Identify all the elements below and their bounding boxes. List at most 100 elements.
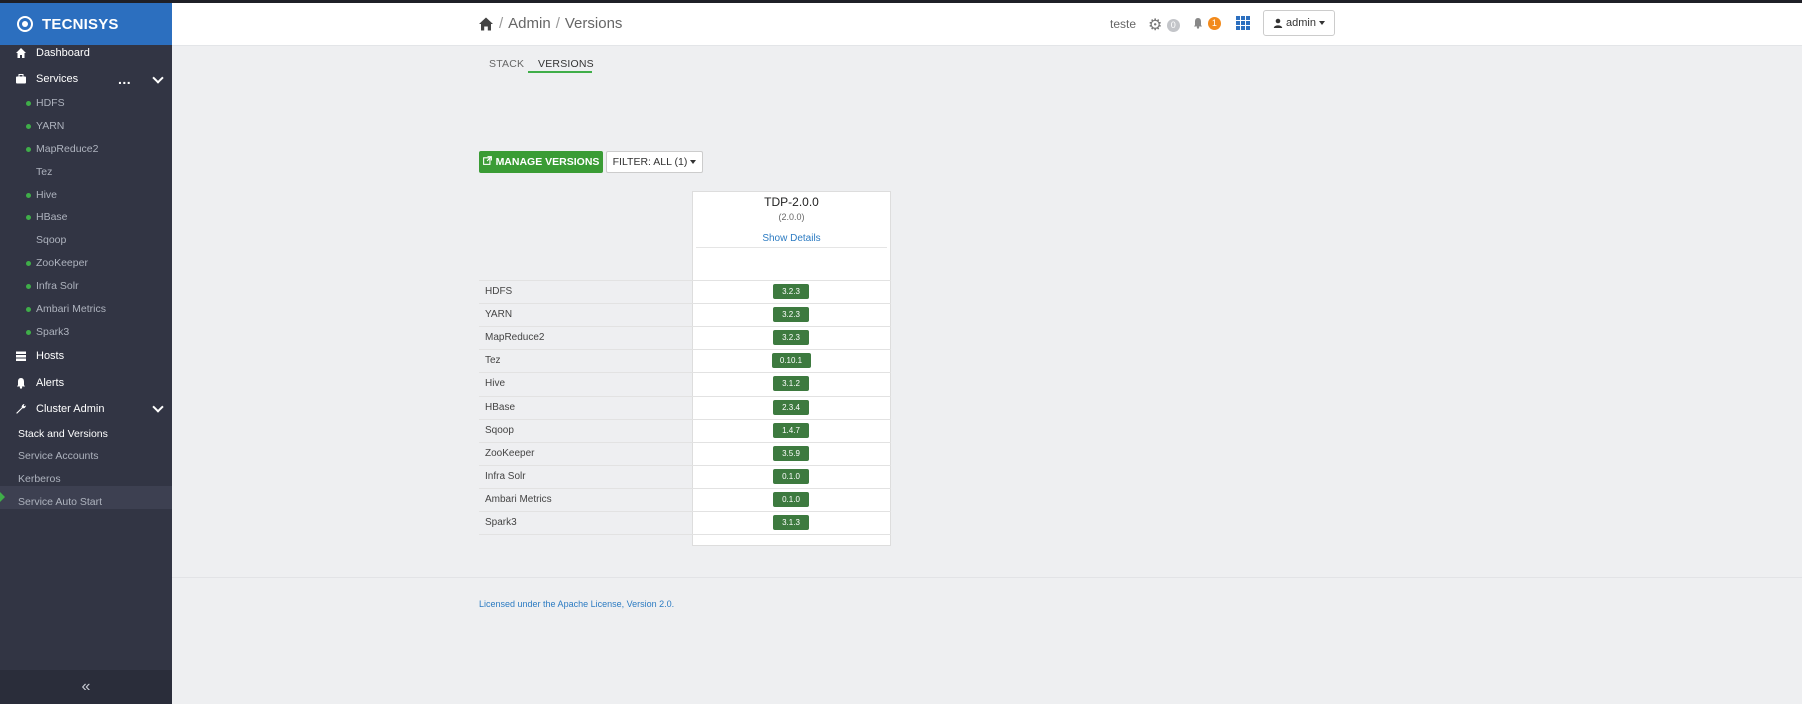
sidebar-service-infra-solr[interactable]: Infra Solr (26, 280, 79, 292)
sidebar-item-label: Spark3 (36, 326, 70, 338)
home-icon[interactable] (478, 16, 494, 32)
row-divider (479, 534, 891, 535)
sidebar-service-sqoop[interactable]: Sqoop (26, 234, 66, 246)
breadcrumb-separator: / (555, 15, 560, 32)
row-divider (479, 372, 891, 373)
sidebar-item-service-accounts[interactable]: Service Accounts (18, 450, 99, 462)
sidebar-service-tez[interactable]: Tez (26, 166, 52, 178)
sidebar-service-hive[interactable]: Hive (26, 189, 57, 201)
server-icon (14, 349, 28, 363)
sidebar-item-dashboard[interactable]: Dashboard (14, 46, 90, 60)
manage-versions-label: MANAGE VERSIONS (495, 156, 600, 168)
service-name: Sqoop (485, 425, 514, 436)
sidebar-item-label: Alerts (36, 377, 65, 389)
row-divider (479, 465, 891, 466)
breadcrumb-separator: / (499, 15, 504, 32)
gear-icon: ⚙ (1148, 17, 1163, 34)
sidebar-service-yarn[interactable]: YARN (26, 120, 64, 132)
service-version-badge: 0.1.0 (773, 469, 809, 484)
chevron-down-icon[interactable] (152, 72, 164, 84)
sidebar-item-cluster-admin[interactable]: Cluster Admin (14, 402, 104, 416)
status-dot (26, 123, 31, 129)
service-name: HBase (485, 402, 516, 413)
alerts-count-badge: 1 (1207, 16, 1221, 30)
divider (696, 247, 887, 248)
ops-count-badge: 0 (1166, 19, 1180, 33)
sidebar-item-kerberos[interactable]: Kerberos (18, 473, 61, 485)
status-dot (26, 260, 31, 266)
sidebar-item-service-auto-start[interactable]: Service Auto Start (18, 496, 102, 508)
sidebar-service-zookeeper[interactable]: ZooKeeper (26, 257, 88, 269)
sidebar-service-hbase[interactable]: HBase (26, 211, 68, 223)
row-divider (479, 349, 891, 350)
filter-dropdown[interactable]: FILTER: ALL (1) (606, 151, 703, 173)
sidebar-item-label: MapReduce2 (36, 143, 99, 155)
sidebar-item-stack-and-versions[interactable]: Stack and Versions (18, 428, 108, 440)
chevron-down-icon[interactable] (152, 401, 164, 413)
external-link-icon (482, 156, 492, 168)
sidebar-item-label: Services (36, 73, 79, 85)
sidebar-item-label: Hosts (36, 350, 65, 362)
row-divider (479, 396, 891, 397)
status-dot (26, 214, 31, 220)
brand[interactable]: TECNISYS (0, 3, 172, 45)
service-version-badge: 0.10.1 (771, 353, 811, 368)
service-version-badge: 3.2.3 (773, 330, 809, 345)
manage-versions-button[interactable]: MANAGE VERSIONS (479, 151, 603, 173)
caret-down-icon (690, 160, 697, 164)
sidebar-service-hdfs[interactable]: HDFS (26, 97, 65, 109)
sidebar-item-label: Cluster Admin (36, 403, 105, 415)
service-name: Tez (485, 355, 501, 366)
service-name: MapReduce2 (485, 332, 545, 343)
service-version-badge: 3.1.2 (773, 376, 809, 391)
sidebar-item-label: ZooKeeper (36, 257, 88, 269)
alerts-indicator[interactable]: 1 (1192, 14, 1221, 30)
service-name: Ambari Metrics (485, 494, 552, 505)
status-dot (26, 329, 31, 335)
brand-name: TECNISYS (42, 15, 119, 33)
double-chevron-left-icon: « (81, 678, 91, 695)
service-version-badge: 2.3.4 (773, 400, 809, 415)
sidebar-item-label: Hive (36, 189, 58, 201)
sidebar-service-spark3[interactable]: Spark3 (26, 326, 69, 338)
caret-down-icon (1318, 21, 1325, 25)
background-ops[interactable]: ⚙ 0 (1148, 15, 1180, 35)
sidebar-item-alerts[interactable]: Alerts (14, 376, 64, 390)
row-divider (479, 488, 891, 489)
home-icon (14, 46, 28, 60)
sidebar-item-hosts[interactable]: Hosts (14, 349, 64, 363)
row-divider (479, 419, 891, 420)
service-name: ZooKeeper (485, 448, 535, 459)
user-icon (1273, 18, 1283, 28)
row-divider (479, 280, 891, 281)
bell-icon (1194, 18, 1202, 29)
services-more-icon[interactable]: ... (118, 71, 131, 87)
sidebar-item-label: Sqoop (36, 234, 67, 246)
show-details-link[interactable]: Show Details (692, 233, 891, 244)
status-dot (26, 146, 31, 152)
service-version-badge: 3.2.3 (773, 284, 809, 299)
tab-stack[interactable]: STACK (489, 58, 524, 70)
sidebar-item-label: Infra Solr (36, 280, 79, 292)
breadcrumb: / Admin / Versions (478, 15, 622, 32)
license-link[interactable]: Licensed under the Apache License, Versi… (479, 599, 674, 609)
sidebar-item-services[interactable]: Services (14, 72, 78, 86)
sidebar-item-label: HDFS (36, 97, 65, 109)
user-menu-button[interactable]: admin (1263, 10, 1335, 36)
status-dot (26, 192, 31, 198)
service-name: YARN (485, 309, 513, 320)
service-version-badge: 3.2.3 (773, 307, 809, 322)
briefcase-icon (14, 72, 28, 86)
apps-grid-icon[interactable] (1236, 16, 1250, 30)
status-dot (26, 100, 31, 106)
wrench-icon (14, 402, 28, 416)
top-header: / Admin / Versions teste ⚙ 0 1 admin (172, 3, 1802, 46)
tab-versions[interactable]: VERSIONS (538, 58, 594, 70)
breadcrumb-admin[interactable]: Admin (508, 15, 551, 32)
sidebar-service-ambari-metrics[interactable]: Ambari Metrics (26, 303, 106, 315)
sidebar-service-mapreduce2[interactable]: MapReduce2 (26, 143, 98, 155)
active-tab-indicator (528, 71, 592, 73)
status-dot (26, 306, 31, 312)
service-version-badge: 0.1.0 (773, 492, 809, 507)
collapse-sidebar-button[interactable]: « (0, 670, 172, 704)
